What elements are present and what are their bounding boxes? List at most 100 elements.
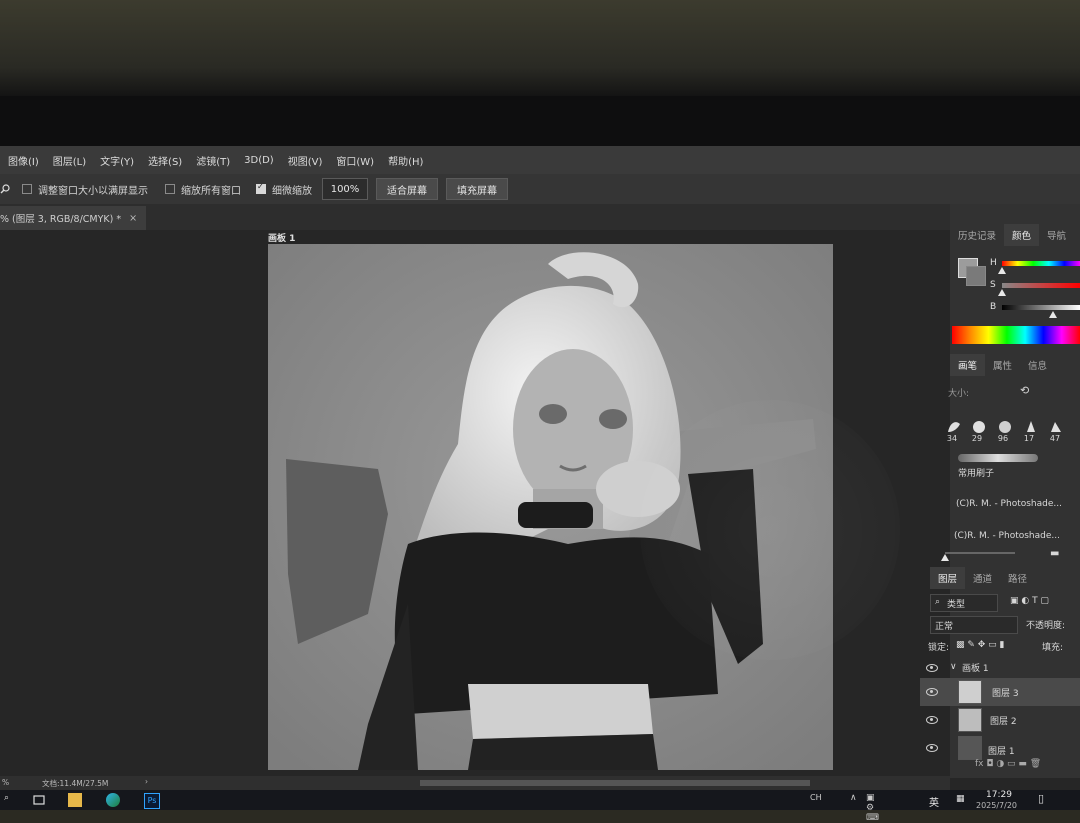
brush-group-label[interactable]: 常用刷子 — [958, 466, 994, 479]
resize-windows-checkbox[interactable]: 调整窗口大小以满屏显示 — [22, 174, 148, 204]
tab-properties[interactable]: 属性 — [985, 354, 1020, 376]
search-icon[interactable]: ⌕ — [4, 793, 18, 807]
menu-layer[interactable]: 图层(L) — [53, 153, 86, 168]
photoshop-icon[interactable]: Ps — [144, 793, 160, 809]
tab-info[interactable]: 信息 — [1020, 354, 1055, 376]
resize-windows-label: 调整窗口大小以满屏显示 — [38, 185, 148, 197]
hue-label: H — [990, 258, 997, 268]
hue-slider-thumb[interactable] — [998, 267, 1006, 274]
reset-icon[interactable]: ⟲ — [1020, 384, 1029, 397]
lock-icons[interactable]: ▩ ✎ ✥ ▭ ▮ — [956, 640, 1005, 650]
fit-screen-button[interactable]: 适合屏幕 — [376, 178, 438, 200]
brightness-label: B — [990, 302, 997, 312]
clock-time[interactable]: 17:29 — [986, 790, 1012, 800]
brush-panel-tabs: 画笔 属性 信息 — [950, 354, 1080, 376]
opacity-label: 不透明度: — [1026, 621, 1066, 631]
scrubby-zoom-label: 细微缩放 — [272, 185, 312, 197]
horizontal-scrollbar[interactable] — [420, 780, 810, 786]
layer-row-selected[interactable]: 图层 3 — [920, 678, 1080, 706]
artboard-group-row[interactable]: ∨ 画板 1 — [920, 654, 1080, 678]
notification-icon[interactable]: ▯ — [1038, 792, 1044, 805]
saturation-slider[interactable] — [1002, 283, 1080, 288]
zoom-all-label: 缩放所有窗口 — [181, 185, 241, 197]
brush-preset-icon[interactable] — [946, 420, 964, 434]
menu-filter[interactable]: 滤镜(T) — [196, 153, 230, 168]
fill-screen-button[interactable]: 填充屏幕 — [446, 178, 508, 200]
tab-history[interactable]: 历史记录 — [950, 224, 1004, 246]
eye-icon[interactable] — [926, 688, 938, 696]
task-view-icon[interactable] — [32, 793, 46, 807]
chevron-up-icon[interactable]: ∧ — [850, 793, 864, 807]
brightness-slider-thumb[interactable] — [1048, 311, 1057, 318]
figure-choker — [518, 502, 593, 528]
figure-midriff — [468, 684, 653, 739]
monitor-frame — [0, 96, 1080, 146]
brush-preset-item[interactable]: (C)R. M. - Photoshade... — [956, 499, 1062, 509]
zoom-value-field[interactable]: 100% — [322, 178, 368, 200]
checkbox-unchecked-icon — [165, 184, 175, 194]
layer-panel-tabs: 图层 通道 路径 — [930, 567, 1060, 589]
background-color-swatch[interactable] — [966, 266, 986, 286]
ime-mode-indicator[interactable]: 英 — [929, 794, 939, 809]
document-tab-title: % (图层 3, RGB/8/CMYK) * — [0, 214, 122, 225]
edge-browser-icon[interactable] — [106, 793, 120, 807]
checkbox-checked-icon — [256, 182, 266, 194]
eye-icon[interactable] — [926, 664, 938, 672]
layer-thumbnail — [958, 708, 982, 732]
zoom-all-checkbox[interactable]: 缩放所有窗口 — [165, 174, 241, 204]
figure-eye-left — [539, 404, 567, 424]
clock-date[interactable]: 2025/7/20 — [976, 801, 1017, 810]
brush-size-slider-thumb[interactable] — [941, 554, 949, 561]
filter-icons[interactable]: ▣ ◐ T ▢ — [1010, 596, 1049, 606]
brush-preset-icon[interactable] — [1022, 420, 1040, 434]
tab-layers[interactable]: 图层 — [930, 567, 966, 589]
status-bar: % 文档:11.4M/27.5M › — [0, 776, 950, 790]
calendar-icon[interactable]: ▦ — [956, 794, 965, 804]
tab-color[interactable]: 颜色 — [1004, 224, 1040, 246]
eye-icon[interactable] — [926, 716, 938, 724]
saturation-label: S — [990, 280, 996, 290]
tab-paths[interactable]: 路径 — [1000, 567, 1035, 589]
tab-channels[interactable]: 通道 — [965, 567, 1000, 589]
brush-size-slider[interactable] — [945, 552, 1015, 554]
brush-preset-icon[interactable] — [970, 420, 988, 434]
blend-mode-select[interactable]: 正常 — [930, 616, 1018, 634]
zoom-tool-icon[interactable] — [0, 174, 10, 204]
close-icon[interactable]: × — [129, 213, 137, 224]
tray-icons[interactable]: ▣ ⚙ ⌨ — [866, 793, 880, 823]
chevron-right-icon[interactable]: › — [145, 777, 148, 786]
layer-row[interactable]: 图层 2 — [920, 706, 1080, 734]
hue-slider[interactable] — [1002, 261, 1080, 266]
folder-icon[interactable]: ▬ — [1050, 548, 1059, 559]
menu-select[interactable]: 选择(S) — [148, 153, 182, 168]
menu-help[interactable]: 帮助(H) — [388, 153, 423, 168]
options-bar: 调整窗口大小以满屏显示 缩放所有窗口 细微缩放 100% 适合屏幕 填充屏幕 — [0, 174, 1080, 204]
menu-3d[interactable]: 3D(D) — [244, 155, 274, 166]
brush-size-value: 29 — [971, 434, 983, 443]
brush-preset-icon[interactable] — [996, 420, 1014, 434]
menu-window[interactable]: 窗口(W) — [336, 153, 374, 168]
document-tab[interactable]: % (图层 3, RGB/8/CMYK) * × — [0, 206, 146, 230]
color-ramp[interactable] — [952, 326, 1080, 344]
artwork-canvas[interactable] — [268, 244, 833, 770]
layer-thumbnail — [958, 736, 982, 760]
ime-toggle-icon[interactable]: CH — [810, 793, 824, 807]
tab-navigator[interactable]: 导航 — [1039, 224, 1074, 246]
menu-view[interactable]: 视图(V) — [288, 153, 323, 168]
layer-panel-footer-icons[interactable]: fx ◘ ◑ ▭ ▬ 🗑 — [975, 759, 1041, 769]
file-explorer-icon[interactable] — [68, 793, 82, 807]
saturation-slider-thumb[interactable] — [998, 289, 1006, 296]
layer-kind-filter[interactable]: ⌕ 类型 — [930, 594, 998, 612]
tab-brushes[interactable]: 画笔 — [950, 354, 986, 376]
brightness-slider[interactable] — [1002, 305, 1080, 310]
scrubby-zoom-checkbox[interactable]: 细微缩放 — [256, 174, 312, 204]
chevron-down-icon[interactable]: ∨ — [950, 662, 957, 672]
brush-preset-item[interactable]: (C)R. M. - Photoshade... — [954, 531, 1060, 541]
menu-type[interactable]: 文字(Y) — [100, 153, 134, 168]
brush-size-value: 17 — [1023, 434, 1035, 443]
menu-image[interactable]: 图像(I) — [8, 153, 39, 168]
layer-row[interactable]: 图层 1 — [920, 734, 1080, 762]
brush-size-value: 47 — [1049, 434, 1061, 443]
brush-preset-icon[interactable] — [1047, 420, 1065, 434]
eye-icon[interactable] — [926, 744, 938, 752]
